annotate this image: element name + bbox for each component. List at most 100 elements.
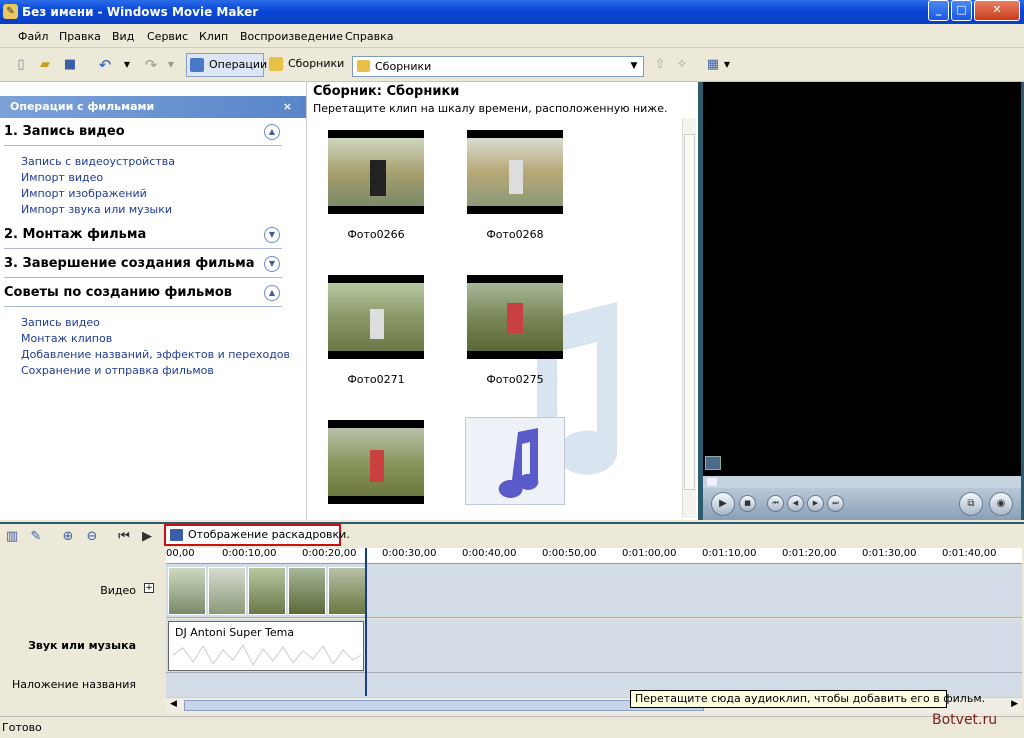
redo-dropdown-icon[interactable]: ▼ bbox=[163, 57, 179, 73]
link-tip-capture[interactable]: Запись видео bbox=[21, 316, 100, 329]
video-clip[interactable] bbox=[208, 567, 246, 615]
scrollbar-thumb[interactable] bbox=[684, 134, 695, 490]
section-title: 2. Монтаж фильма bbox=[4, 227, 147, 242]
menu-file[interactable]: Файл bbox=[18, 30, 48, 43]
link-tip-titles[interactable]: Добавление названий, эффектов и переходо… bbox=[21, 348, 290, 361]
section-capture[interactable]: 1. Запись видео ▲ bbox=[4, 122, 282, 146]
save-icon[interactable]: ■ bbox=[62, 57, 78, 73]
section-finish[interactable]: 3. Завершение создания фильма ▼ bbox=[4, 254, 282, 278]
link-tip-edit[interactable]: Монтаж клипов bbox=[21, 332, 112, 345]
ruler-tick: 0:01:00,00 bbox=[622, 548, 677, 559]
clip-thumbnail[interactable] bbox=[328, 420, 424, 504]
playhead[interactable] bbox=[365, 548, 367, 696]
video-clip[interactable] bbox=[248, 567, 286, 615]
collection-title: Сборник: Сборники bbox=[313, 84, 460, 99]
ruler-tick: 0:00:20,00 bbox=[302, 548, 357, 559]
zoom-in-icon[interactable]: ⊕ bbox=[60, 529, 76, 545]
collection-hint: Перетащите клип на шкалу времени, распол… bbox=[313, 102, 668, 115]
step-back-icon[interactable]: ◀ bbox=[787, 495, 804, 512]
maximize-button[interactable]: □ bbox=[951, 0, 972, 21]
split-clip-icon[interactable]: ⧉ bbox=[959, 492, 983, 516]
music-note-icon bbox=[498, 428, 539, 498]
next-frame-icon[interactable]: ⏭ bbox=[827, 495, 844, 512]
snapshot-camera-icon[interactable]: ◉ bbox=[989, 492, 1013, 516]
expand-plus-icon[interactable]: + bbox=[144, 583, 154, 593]
audio-clip-thumbnail[interactable] bbox=[465, 417, 565, 505]
menu-service[interactable]: Сервис bbox=[147, 30, 188, 43]
video-clip[interactable] bbox=[288, 567, 326, 615]
collection-select-value: Сборники bbox=[375, 60, 432, 73]
play-timeline-icon[interactable]: ▶ bbox=[139, 529, 155, 545]
clip-thumbnail[interactable] bbox=[467, 275, 563, 359]
undo-icon[interactable]: ↶ bbox=[97, 57, 113, 73]
app-icon: ✎ bbox=[3, 4, 18, 19]
menu-help[interactable]: Справка bbox=[345, 30, 393, 43]
view-dropdown-icon[interactable]: ▼ bbox=[719, 57, 735, 73]
new-file-icon[interactable]: ▯ bbox=[13, 57, 29, 73]
video-track[interactable] bbox=[166, 564, 1022, 618]
menu-bar: Файл Правка Вид Сервис Клип Воспроизведе… bbox=[0, 24, 1024, 48]
timeline-ruler[interactable]: 00,00 0:00:10,00 0:00:20,00 0:00:30,00 0… bbox=[166, 548, 1022, 564]
chevron-up-icon[interactable]: ▲ bbox=[264, 285, 280, 301]
seek-bar[interactable] bbox=[703, 476, 1021, 488]
fullscreen-icon[interactable] bbox=[705, 456, 721, 470]
chevron-up-icon[interactable]: ▲ bbox=[264, 124, 280, 140]
folder-icon bbox=[357, 60, 370, 72]
video-track-label: Видео bbox=[100, 584, 136, 597]
narrate-microphone-icon[interactable]: ✎ bbox=[28, 529, 44, 545]
ruler-tick: 0:00:10,00 bbox=[222, 548, 277, 559]
show-storyboard-button[interactable]: Отображение раскадровки. bbox=[164, 524, 350, 546]
menu-clip[interactable]: Клип bbox=[199, 30, 228, 43]
chevron-down-icon: ▼ bbox=[630, 61, 638, 71]
scrollbar-thumb[interactable] bbox=[184, 700, 704, 711]
minimize-button[interactable]: _ bbox=[928, 0, 949, 21]
chevron-down-icon[interactable]: ▼ bbox=[264, 227, 280, 243]
section-edit[interactable]: 2. Монтаж фильма ▼ bbox=[4, 225, 282, 249]
rewind-timeline-icon[interactable]: ⏮ bbox=[116, 529, 132, 545]
clip-thumbnail[interactable] bbox=[328, 275, 424, 359]
collections-label: Сборники bbox=[288, 57, 345, 70]
clip-thumbnail[interactable] bbox=[467, 130, 563, 214]
close-icon[interactable]: × bbox=[283, 96, 292, 118]
redo-icon[interactable]: ↷ bbox=[143, 57, 159, 73]
zoom-out-icon[interactable]: ⊖ bbox=[84, 529, 100, 545]
ruler-tick: 0:01:20,00 bbox=[782, 548, 837, 559]
timeline-options-icon[interactable]: ▥ bbox=[4, 529, 20, 545]
collections-button[interactable]: Сборники bbox=[266, 53, 344, 77]
scroll-left-icon[interactable]: ◀ bbox=[170, 699, 177, 709]
status-bar: Готово bbox=[0, 716, 1024, 738]
audio-clip[interactable]: DJ Antoni Super Tema bbox=[168, 621, 364, 671]
ruler-tick: 0:01:30,00 bbox=[862, 548, 917, 559]
link-import-images[interactable]: Импорт изображений bbox=[21, 187, 147, 200]
menu-edit[interactable]: Правка bbox=[59, 30, 101, 43]
audio-waveform bbox=[173, 644, 361, 667]
collection-scrollbar[interactable] bbox=[682, 118, 696, 518]
window-title: Без имени - Windows Movie Maker bbox=[22, 5, 259, 19]
link-capture-device[interactable]: Запись с видеоустройства bbox=[21, 155, 175, 168]
step-forward-icon[interactable]: ▶ bbox=[807, 495, 824, 512]
stop-icon[interactable]: ■ bbox=[739, 495, 756, 512]
collection-pane: Сборник: Сборники Перетащите клип на шка… bbox=[306, 82, 698, 520]
new-collection-icon[interactable]: ✧ bbox=[674, 57, 690, 73]
undo-dropdown-icon[interactable]: ▼ bbox=[119, 57, 135, 73]
open-folder-icon[interactable]: ▰ bbox=[37, 57, 53, 73]
menu-view[interactable]: Вид bbox=[112, 30, 134, 43]
operations-button[interactable]: Операции bbox=[186, 53, 267, 77]
ruler-tick: 0:01:40,00 bbox=[942, 548, 997, 559]
section-tips[interactable]: Советы по созданию фильмов ▲ bbox=[4, 283, 282, 307]
link-import-video[interactable]: Импорт видео bbox=[21, 171, 103, 184]
video-clip[interactable] bbox=[328, 567, 366, 615]
play-icon[interactable]: ▶ bbox=[711, 492, 735, 516]
close-button[interactable]: ✕ bbox=[974, 0, 1020, 21]
scroll-right-icon[interactable]: ▶ bbox=[1011, 699, 1018, 709]
chevron-down-icon[interactable]: ▼ bbox=[264, 256, 280, 272]
collection-select[interactable]: Сборники ▼ bbox=[352, 56, 644, 77]
clip-thumbnail[interactable] bbox=[328, 130, 424, 214]
seek-thumb[interactable] bbox=[707, 478, 717, 486]
up-folder-icon[interactable]: ⇧ bbox=[652, 57, 668, 73]
menu-playback[interactable]: Воспроизведение bbox=[240, 30, 343, 43]
link-import-audio[interactable]: Импорт звука или музыки bbox=[21, 203, 172, 216]
previous-frame-icon[interactable]: ⏮ bbox=[767, 495, 784, 512]
link-tip-save[interactable]: Сохранение и отправка фильмов bbox=[21, 364, 214, 377]
video-clip[interactable] bbox=[168, 567, 206, 615]
